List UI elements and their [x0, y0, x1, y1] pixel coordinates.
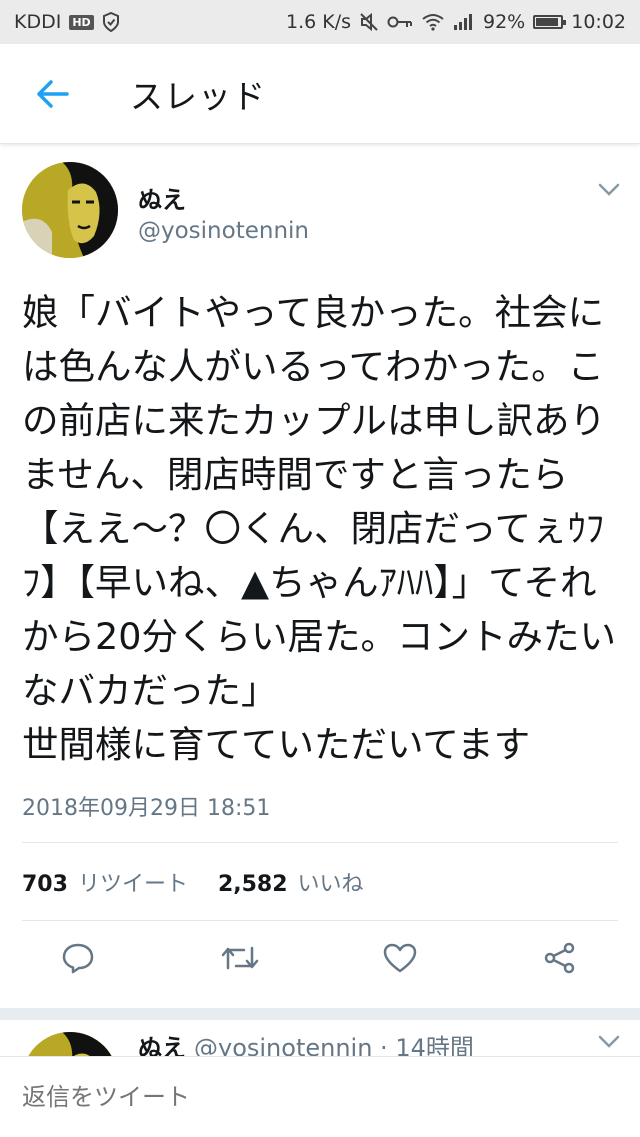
reply-button[interactable]: [58, 938, 98, 978]
chevron-down-icon: [598, 1035, 620, 1048]
tweet-menu-button[interactable]: [598, 182, 620, 201]
share-icon: [544, 942, 575, 974]
avatar[interactable]: [22, 162, 118, 258]
heart-icon: [383, 943, 417, 973]
mute-icon: [359, 12, 379, 32]
retweet-button[interactable]: [220, 938, 260, 978]
tweet-timestamp: 2018年09月29日 18:51: [22, 796, 271, 821]
tweet: ぬえ @yosinotennin 娘「バイトやって良かった。社会には色んな人がい…: [0, 148, 640, 1020]
tweet-stats: 703 リツイート 2,582 いいね: [22, 866, 364, 898]
reply-icon: [62, 943, 94, 974]
network-speed: 1.6 K/s: [285, 11, 351, 33]
like-count[interactable]: 2,582: [218, 872, 288, 897]
signal-icon: [453, 13, 475, 31]
back-arrow-icon: [37, 79, 69, 108]
like-label[interactable]: いいね: [298, 866, 364, 898]
key-icon: [387, 15, 413, 29]
author-name[interactable]: ぬえ: [138, 180, 186, 215]
clock: 10:02: [571, 11, 626, 33]
tweet-header: ぬえ @yosinotennin: [0, 148, 640, 260]
next-tweet[interactable]: ぬえ @yosinotennin · 14時間: [0, 1012, 640, 1060]
app-header: スレッド: [0, 44, 640, 144]
retweet-label[interactable]: リツイート: [78, 866, 188, 898]
like-button[interactable]: [380, 938, 420, 978]
carrier-label: KDDI: [14, 11, 62, 33]
tweet-menu-button[interactable]: [598, 1034, 620, 1053]
share-button[interactable]: [540, 938, 580, 978]
retweet-icon: [221, 946, 259, 970]
battery-percent: 92%: [483, 11, 526, 33]
retweet-count[interactable]: 703: [22, 872, 68, 897]
wifi-icon: [421, 13, 445, 31]
hd-badge: HD: [69, 14, 94, 30]
reply-input[interactable]: [22, 1083, 322, 1111]
author-handle[interactable]: @yosinotennin: [138, 218, 309, 244]
status-bar: KDDI HD 1.6 K/s 92% 10:02: [0, 0, 640, 44]
tweet-actions: [0, 938, 640, 996]
battery-icon: [533, 15, 567, 29]
divider: [22, 842, 618, 843]
tweet-text: 娘「バイトやって良かった。社会には色んな人がいるってわかった。この前店に来たカッ…: [22, 291, 616, 766]
reply-bar: [0, 1056, 640, 1137]
shield-icon: [102, 12, 120, 32]
divider: [22, 920, 618, 921]
chevron-down-icon: [598, 183, 620, 196]
back-button[interactable]: [0, 44, 104, 144]
page-title: スレッド: [130, 76, 266, 116]
